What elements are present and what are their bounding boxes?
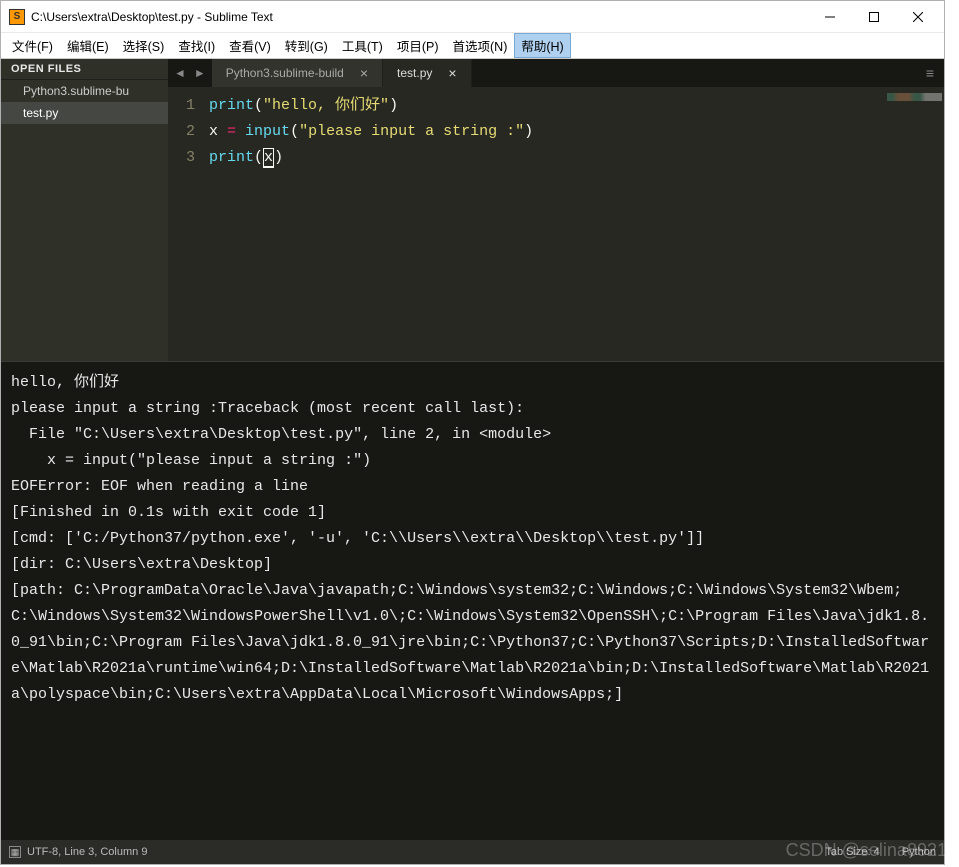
tab-label: test.py — [397, 66, 432, 80]
tab-test-py[interactable]: test.py × — [383, 59, 472, 87]
tab-close-icon[interactable]: × — [360, 65, 368, 81]
tab-next-icon[interactable]: ► — [194, 66, 206, 80]
statusbar: ▦ UTF-8, Line 3, Column 9 Tab Size: 4 Py… — [1, 840, 944, 864]
line-number: 1 — [186, 93, 195, 119]
menu-project[interactable]: 项目(P) — [390, 33, 446, 58]
tab-overflow-button[interactable]: ≡ — [916, 59, 944, 87]
menu-goto[interactable]: 转到(G) — [278, 33, 335, 58]
code-line: print(x) — [209, 145, 874, 171]
tab-bar: ◄ ► Python3.sublime-build × test.py × ≡ — [168, 59, 944, 87]
minimize-icon — [825, 12, 835, 22]
status-position[interactable]: UTF-8, Line 3, Column 9 — [27, 846, 147, 858]
tab-prev-icon[interactable]: ◄ — [174, 66, 186, 80]
menu-preferences[interactable]: 首选项(N) — [446, 33, 515, 58]
menu-view[interactable]: 查看(V) — [222, 33, 278, 58]
window-buttons — [808, 2, 940, 32]
top-panel: OPEN FILES Python3.sublime-bu test.py ◄ … — [1, 59, 944, 361]
menu-help[interactable]: 帮助(H) — [514, 33, 570, 58]
sidebar-header: OPEN FILES — [1, 59, 168, 80]
menu-edit[interactable]: 编辑(E) — [60, 33, 116, 58]
titlebar: S C:\Users\extra\Desktop\test.py - Subli… — [1, 1, 944, 33]
menu-find[interactable]: 查找(I) — [171, 33, 222, 58]
sidebar-file-item[interactable]: Python3.sublime-bu — [1, 80, 168, 102]
app-icon: S — [9, 9, 25, 25]
tab-label: Python3.sublime-build — [226, 66, 344, 80]
tab-spacer — [472, 59, 916, 87]
sidebar: OPEN FILES Python3.sublime-bu test.py — [1, 59, 168, 361]
build-output-panel[interactable]: hello, 你们好 please input a string :Traceb… — [1, 361, 944, 840]
app-window: S C:\Users\extra\Desktop\test.py - Subli… — [0, 0, 945, 865]
minimize-button[interactable] — [808, 2, 852, 32]
status-tabsize[interactable]: Tab Size: 4 — [825, 846, 879, 858]
close-icon — [913, 12, 923, 22]
tab-build-file[interactable]: Python3.sublime-build × — [212, 59, 383, 87]
tab-nav: ◄ ► — [168, 59, 212, 87]
code-line: x = input("please input a string :") — [209, 119, 874, 145]
line-gutter: 1 2 3 — [168, 87, 209, 361]
sidebar-file-item[interactable]: test.py — [1, 102, 168, 124]
menu-tools[interactable]: 工具(T) — [335, 33, 390, 58]
code-area[interactable]: print("hello, 你们好")x = input("please inp… — [209, 87, 874, 361]
line-number: 2 — [186, 119, 195, 145]
line-number: 3 — [186, 145, 195, 171]
status-syntax[interactable]: Python — [902, 846, 936, 858]
menu-select[interactable]: 选择(S) — [116, 33, 172, 58]
menu-file[interactable]: 文件(F) — [5, 33, 60, 58]
code-line: print("hello, 你们好") — [209, 93, 874, 119]
minimap[interactable] — [874, 87, 944, 361]
menubar: 文件(F) 编辑(E) 选择(S) 查找(I) 查看(V) 转到(G) 工具(T… — [1, 33, 944, 59]
code-editor[interactable]: 1 2 3 print("hello, 你们好")x = input("plea… — [168, 87, 944, 361]
window-title: C:\Users\extra\Desktop\test.py - Sublime… — [31, 10, 808, 24]
close-button[interactable] — [896, 2, 940, 32]
maximize-button[interactable] — [852, 2, 896, 32]
editor-panel: ◄ ► Python3.sublime-build × test.py × ≡ — [168, 59, 944, 361]
statusbar-left: ▦ UTF-8, Line 3, Column 9 — [9, 846, 147, 858]
statusbar-icon[interactable]: ▦ — [9, 846, 21, 858]
minimap-preview — [887, 93, 942, 101]
tab-close-icon[interactable]: × — [448, 65, 456, 81]
maximize-icon — [869, 12, 879, 22]
workspace: OPEN FILES Python3.sublime-bu test.py ◄ … — [1, 59, 944, 864]
